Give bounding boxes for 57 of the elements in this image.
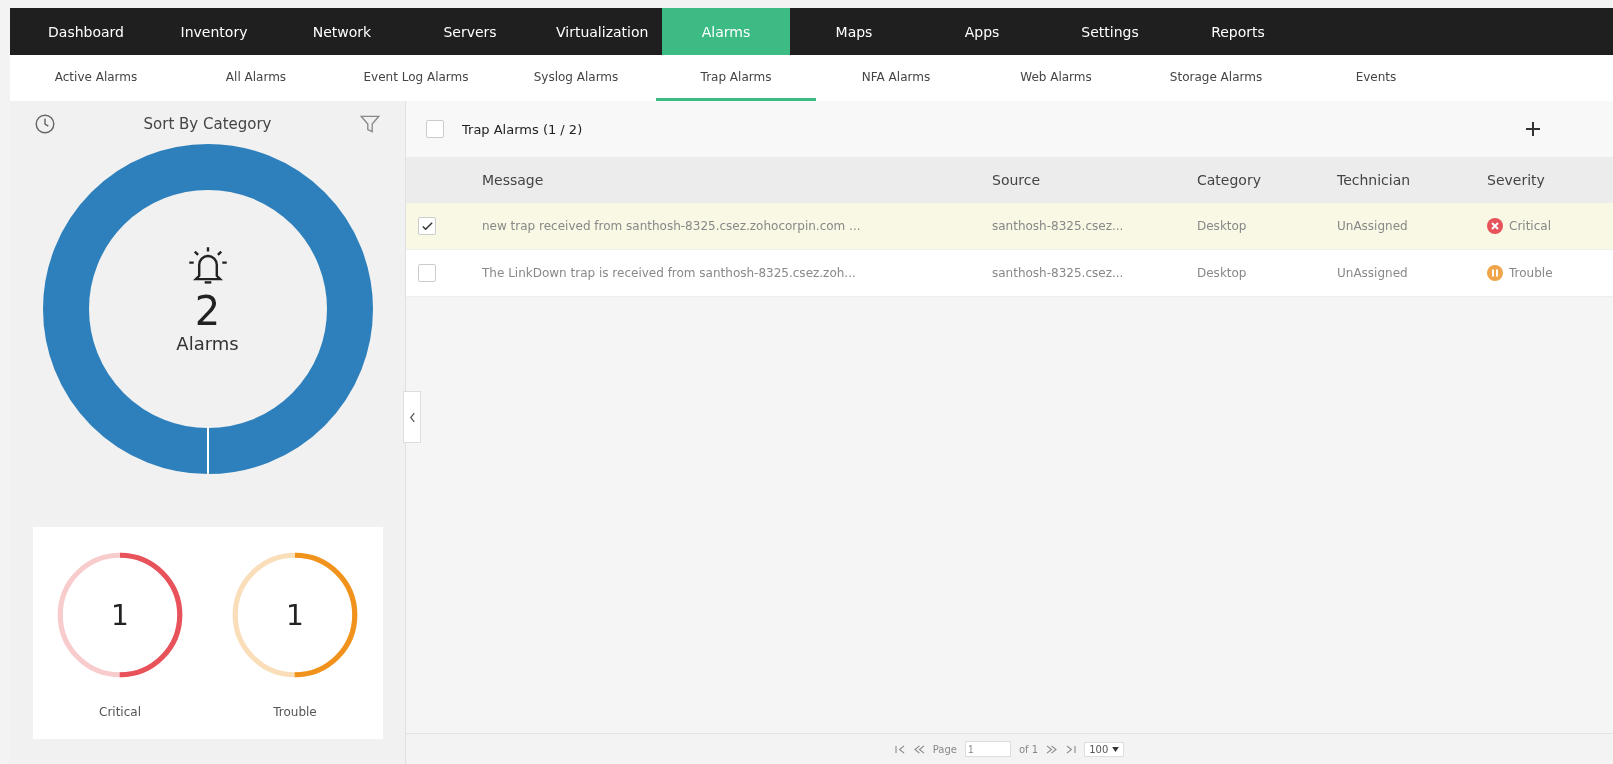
severity-text: Trouble: [1509, 266, 1553, 280]
severity-label: Trouble: [273, 705, 317, 719]
table-title: Trap Alarms (1 / 2): [462, 121, 583, 137]
sub-tab[interactable]: Syslog Alarms: [496, 55, 656, 101]
chevron-left-icon: [408, 411, 416, 423]
alarm-count-label: Alarms: [176, 332, 239, 354]
nav-tab[interactable]: Maps: [790, 8, 918, 55]
table-cell-text: santhosh-8325.csez...: [992, 266, 1125, 280]
severity-count: 1: [286, 598, 304, 632]
table-cell-text: UnAssigned: [1337, 219, 1409, 233]
table-cell-text: Desktop: [1197, 219, 1248, 233]
column-header[interactable]: Technician: [1337, 172, 1487, 188]
table-cell-text: UnAssigned: [1337, 266, 1409, 280]
add-icon[interactable]: [1523, 119, 1543, 139]
nav-tab[interactable]: Servers: [406, 8, 534, 55]
nav-tab[interactable]: Apps: [918, 8, 1046, 55]
nav-tab[interactable]: Reports: [1174, 8, 1302, 55]
alarm-count: 2: [194, 288, 221, 333]
row-checkbox[interactable]: [418, 264, 436, 282]
sub-tab[interactable]: All Alarms: [176, 55, 336, 101]
severity-text: Critical: [1509, 219, 1551, 233]
table-cell-text: Desktop: [1197, 266, 1248, 280]
table-cell-text: santhosh-8325.csez...: [992, 219, 1125, 233]
sub-tab[interactable]: Events: [1296, 55, 1456, 101]
row-checkbox[interactable]: [418, 217, 436, 235]
sub-tab[interactable]: Event Log Alarms: [336, 55, 496, 101]
sort-label[interactable]: Sort By Category: [143, 115, 272, 133]
column-header[interactable]: Severity: [1487, 172, 1613, 188]
caret-icon: [1112, 746, 1120, 752]
table-cell-text: The LinkDown trap is received from santhosh-8325.csez.zoh...: [482, 266, 857, 280]
page-input[interactable]: 1: [964, 741, 1011, 757]
page-total: of 1: [1018, 743, 1039, 755]
column-header[interactable]: Message: [482, 172, 992, 188]
checkmark-icon: [420, 219, 434, 233]
severity-label: Critical: [99, 705, 141, 719]
next-page-icon[interactable]: [1046, 744, 1058, 754]
page-label: Page: [932, 743, 957, 755]
nav-tab[interactable]: Dashboard: [22, 8, 150, 55]
sub-tab[interactable]: Storage Alarms: [1136, 55, 1296, 101]
sub-tab[interactable]: NFA Alarms: [816, 55, 976, 101]
table-cell-text: new trap received from santhosh-8325.csez.zohocorpin.com ...: [482, 219, 862, 233]
nav-tab[interactable]: Settings: [1046, 8, 1174, 55]
severity-count: 1: [111, 598, 129, 632]
column-header[interactable]: Category: [1197, 172, 1337, 188]
column-header[interactable]: Source: [992, 172, 1197, 188]
nav-tab[interactable]: Virtualization: [534, 8, 662, 55]
last-page-icon[interactable]: [1065, 744, 1077, 754]
page-size-select[interactable]: 100: [1084, 741, 1125, 757]
previous-page-icon[interactable]: [913, 744, 925, 754]
select-all-checkbox[interactable]: [426, 120, 444, 138]
sub-tab[interactable]: Active Alarms: [16, 55, 176, 101]
clock-icon[interactable]: [34, 113, 56, 135]
nav-tab[interactable]: Network: [278, 8, 406, 55]
first-page-icon[interactable]: [894, 744, 906, 754]
nav-tab[interactable]: Inventory: [150, 8, 278, 55]
filter-icon[interactable]: [359, 113, 381, 135]
sub-tab[interactable]: Web Alarms: [976, 55, 1136, 101]
